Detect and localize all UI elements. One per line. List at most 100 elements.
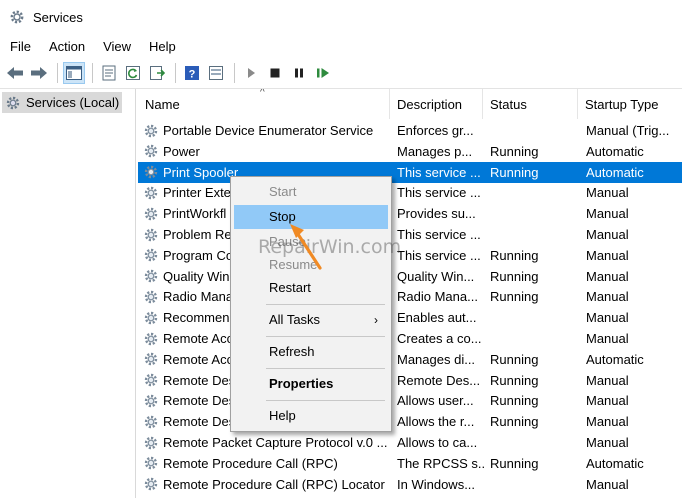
table-row[interactable]: Portable Device Enumerator Service Enforc… bbox=[138, 120, 682, 141]
services-list: Name ^ Description Status Startup Type P… bbox=[138, 89, 682, 498]
table-row[interactable]: Remote Des Remote Des... Running Manual bbox=[138, 370, 682, 391]
column-header-startup-type[interactable]: Startup Type bbox=[578, 89, 682, 119]
table-row[interactable]: Remote Procedure Call (RPC) Locator In Wi… bbox=[138, 474, 682, 495]
export-list-icon[interactable] bbox=[146, 62, 168, 84]
column-header-status[interactable]: Status bbox=[483, 89, 578, 119]
context-menu-pause[interactable]: Pause bbox=[234, 230, 388, 254]
service-name-cell: Remote Packet Capture Protocol v.0 ... bbox=[143, 432, 393, 453]
toolbar: ? bbox=[0, 58, 682, 88]
sort-ascending-icon: ^ bbox=[260, 89, 265, 98]
service-startup-type-cell: Automatic bbox=[586, 143, 644, 159]
service-name: Power bbox=[163, 143, 200, 159]
table-row[interactable]: Printer Exte This service ... Manual bbox=[138, 182, 682, 203]
service-name: Recommen bbox=[163, 310, 230, 326]
service-status-cell: Running bbox=[490, 247, 539, 263]
table-row[interactable]: Remote Packet Capture Protocol v.0 ... Al… bbox=[138, 432, 682, 453]
service-name: Remote Procedure Call (RPC) bbox=[163, 455, 338, 471]
table-row[interactable]: Radio Mana Radio Mana... Running Manual bbox=[138, 286, 682, 307]
service-description-cell: This service ... bbox=[397, 164, 481, 180]
service-gear-icon bbox=[143, 289, 163, 305]
context-menu-properties[interactable]: Properties bbox=[234, 372, 388, 396]
service-name: Program Co bbox=[163, 247, 234, 263]
service-name: Remote Des bbox=[163, 393, 236, 409]
context-menu-resume[interactable]: Resume bbox=[234, 253, 388, 277]
properties-icon[interactable] bbox=[98, 62, 120, 84]
context-menu-help[interactable]: Help bbox=[234, 404, 388, 428]
menu-file[interactable]: File bbox=[0, 39, 39, 54]
table-row[interactable]: Remote Des Allows user... Running Manual bbox=[138, 390, 682, 411]
refresh-icon[interactable] bbox=[122, 62, 144, 84]
menu-action[interactable]: Action bbox=[39, 39, 93, 54]
toolbar-separator bbox=[234, 63, 235, 83]
service-description-cell: Quality Win... bbox=[397, 268, 475, 284]
service-startup-type-cell: Manual bbox=[586, 227, 629, 242]
service-status-cell bbox=[490, 224, 580, 245]
console-icon[interactable] bbox=[205, 62, 227, 84]
service-gear-icon bbox=[143, 268, 163, 284]
column-header-label: Name bbox=[145, 96, 180, 112]
table-row[interactable]: Quality Win Quality Win... Running Manual bbox=[138, 266, 682, 287]
context-menu-start[interactable]: Start bbox=[234, 180, 388, 204]
context-menu-separator bbox=[266, 336, 385, 337]
stop-service-icon[interactable] bbox=[264, 62, 286, 84]
service-name: Quality Win bbox=[163, 268, 230, 284]
table-row[interactable]: Remote Acc Manages di... Running Automatic bbox=[138, 349, 682, 370]
table-row[interactable]: Program Co This service ... Running Manual bbox=[138, 245, 682, 266]
service-description-cell: Manages di... bbox=[397, 351, 476, 367]
table-row[interactable]: Power Manages p... Running Automatic bbox=[138, 141, 682, 162]
menu-view[interactable]: View bbox=[93, 39, 139, 54]
resume-service-icon[interactable] bbox=[312, 62, 334, 84]
column-header-label: Startup Type bbox=[585, 96, 659, 112]
service-gear-icon bbox=[143, 393, 163, 409]
table-row[interactable]: Remote Procedure Call (RPC) The RPCSS s..… bbox=[138, 453, 682, 474]
pause-service-icon[interactable] bbox=[288, 62, 310, 84]
context-menu-all-tasks[interactable]: All Tasks › bbox=[234, 308, 388, 332]
back-arrow-icon[interactable] bbox=[4, 62, 26, 84]
gear-icon bbox=[6, 96, 20, 109]
table-row[interactable]: PrintWorkfl Provides su... Manual bbox=[138, 203, 682, 224]
service-description-cell: This service ... bbox=[397, 227, 481, 242]
service-startup-type-cell: Manual bbox=[586, 206, 629, 222]
service-name: Print Spooler bbox=[163, 164, 239, 180]
service-startup-type-cell: Manual bbox=[586, 393, 629, 409]
context-menu-stop[interactable]: Stop bbox=[234, 205, 388, 229]
service-name: Remote Packet Capture Protocol v.0 ... bbox=[163, 435, 388, 450]
service-status-cell: Running bbox=[490, 164, 539, 180]
context-menu-separator bbox=[266, 304, 385, 305]
table-row[interactable]: Recommen Enables aut... Manual bbox=[138, 307, 682, 328]
help-icon[interactable]: ? bbox=[181, 62, 203, 84]
column-header-name[interactable]: Name ^ bbox=[138, 89, 390, 119]
service-status-cell bbox=[490, 182, 580, 203]
show-hide-tree-icon[interactable] bbox=[63, 62, 85, 84]
table-row[interactable]: Remote Des Allows the r... Running Manual bbox=[138, 411, 682, 432]
service-description-cell: This service ... bbox=[397, 247, 481, 263]
service-name: Remote Acc bbox=[163, 351, 234, 367]
service-description-cell: This service ... bbox=[397, 185, 481, 201]
menu-help[interactable]: Help bbox=[139, 39, 184, 54]
table-row[interactable]: Problem Re This service ... Manual bbox=[138, 224, 682, 245]
column-header-description[interactable]: Description bbox=[390, 89, 483, 119]
service-startup-type-cell: Manual bbox=[586, 435, 629, 450]
tree-item-services-local[interactable]: Services (Local) bbox=[2, 92, 122, 113]
context-menu-refresh[interactable]: Refresh bbox=[234, 340, 388, 364]
context-menu: Start Stop Pause Resume Restart All Task… bbox=[230, 176, 392, 432]
service-status-cell bbox=[490, 474, 580, 495]
service-gear-icon bbox=[143, 414, 163, 430]
service-gear-icon bbox=[143, 185, 163, 201]
service-startup-type-cell: Manual bbox=[586, 247, 629, 263]
start-service-icon[interactable] bbox=[240, 62, 262, 84]
service-description-cell: In Windows... bbox=[397, 476, 476, 492]
service-gear-icon bbox=[143, 435, 163, 451]
chevron-right-icon: › bbox=[374, 313, 378, 327]
service-startup-type-cell: Manual bbox=[586, 372, 629, 388]
service-description-cell: Creates a co... bbox=[397, 331, 482, 346]
service-gear-icon bbox=[143, 206, 163, 222]
context-menu-restart[interactable]: Restart bbox=[234, 276, 388, 300]
service-status-cell bbox=[490, 432, 580, 453]
forward-arrow-icon[interactable] bbox=[28, 62, 50, 84]
service-name: PrintWorkfl bbox=[163, 206, 227, 222]
service-name: Problem Re bbox=[163, 227, 232, 242]
service-status-cell: Running bbox=[490, 393, 539, 409]
table-row[interactable]: Remote Acc Creates a co... Manual bbox=[138, 328, 682, 349]
table-row[interactable]: Print Spooler This service ... Running Auto… bbox=[138, 161, 682, 183]
